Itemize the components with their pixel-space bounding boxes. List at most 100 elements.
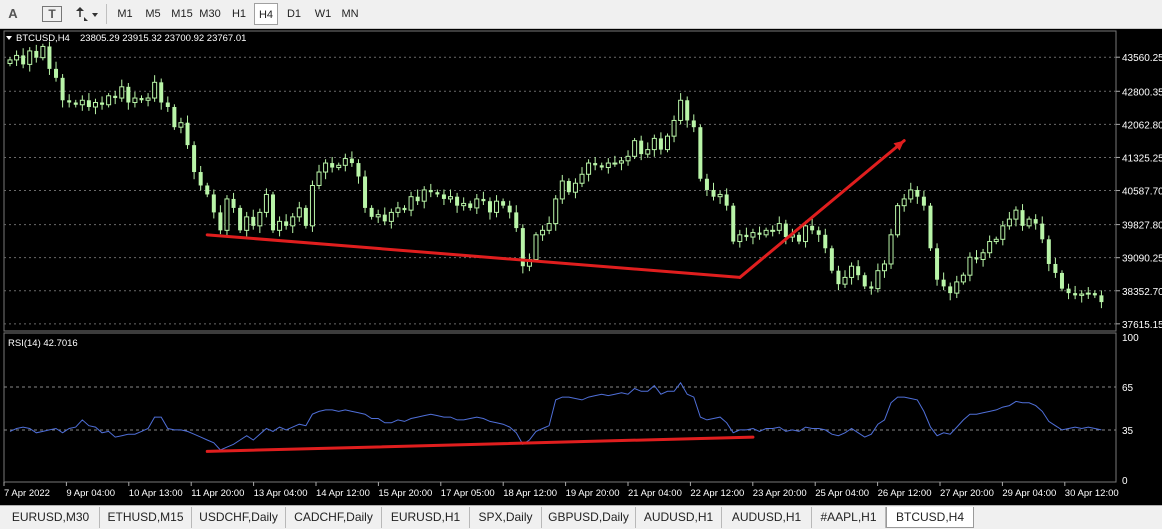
candle-bull bbox=[763, 229, 769, 236]
candle-bear bbox=[704, 178, 709, 190]
candle-bull bbox=[901, 198, 907, 207]
candle-bear bbox=[1033, 219, 1038, 224]
candle-bear bbox=[487, 201, 492, 213]
candle-bear bbox=[810, 225, 815, 231]
candle-bear bbox=[468, 203, 473, 208]
candle-bear bbox=[60, 77, 65, 101]
candle-bull bbox=[132, 97, 138, 104]
time-axis-label: 29 Apr 04:00 bbox=[1002, 488, 1056, 499]
candle-bull bbox=[461, 202, 467, 207]
timeframe-w1-button[interactable]: W1 bbox=[310, 3, 336, 25]
candle-bear bbox=[921, 196, 926, 206]
candle-bull bbox=[1085, 292, 1091, 295]
candle-bear bbox=[974, 257, 979, 260]
candle-bull bbox=[987, 241, 993, 254]
rsi-tick-label: 65 bbox=[1122, 383, 1134, 394]
candle-bear bbox=[159, 82, 164, 103]
chart-tab[interactable]: AUDUSD,H1 bbox=[636, 507, 722, 528]
candle-bull bbox=[572, 182, 578, 193]
chart-ohlc-values: 23805.29 23915.32 23700.92 23767.01 bbox=[80, 33, 246, 44]
candle-bear bbox=[73, 102, 78, 105]
timeframe-m5-button[interactable]: M5 bbox=[140, 3, 166, 25]
candle-bear bbox=[284, 221, 289, 226]
timeframe-m30-button[interactable]: M30 bbox=[196, 3, 224, 25]
chart-tab[interactable]: USDCHF,Daily bbox=[192, 507, 286, 528]
candle-bear bbox=[34, 50, 39, 58]
candle-bull bbox=[750, 232, 756, 238]
candle-bear bbox=[382, 214, 387, 222]
timeframe-h1-button[interactable]: H1 bbox=[226, 3, 252, 25]
candle-bull bbox=[881, 263, 887, 272]
candle-bear bbox=[67, 100, 72, 103]
candle-bull bbox=[954, 281, 960, 294]
chart-tab[interactable]: BTCUSD,H4 bbox=[886, 507, 974, 528]
candle-bear bbox=[816, 230, 821, 235]
candle-bear bbox=[47, 46, 52, 69]
candle-bull bbox=[842, 276, 848, 285]
chart-canvas[interactable]: 43560.25 42800.35 42062.80 41325.25 40587.70… bbox=[0, 29, 1162, 505]
candle-bear bbox=[54, 68, 59, 78]
candle-bull bbox=[152, 81, 158, 99]
candle-bull bbox=[388, 211, 394, 222]
candle-bear bbox=[21, 55, 26, 65]
candle-bear bbox=[231, 198, 236, 208]
chart-tab[interactable]: SPX,Daily bbox=[470, 507, 542, 528]
chart-tab[interactable]: EURUSD,H1 bbox=[382, 507, 470, 528]
candle-bear bbox=[356, 163, 361, 177]
candle-bear bbox=[711, 189, 716, 197]
candle-bull bbox=[408, 196, 414, 211]
time-axis-label: 21 Apr 04:00 bbox=[628, 488, 682, 499]
timeframe-d1-button[interactable]: D1 bbox=[282, 3, 306, 25]
candle-bull bbox=[27, 50, 33, 65]
candle-bull bbox=[92, 102, 98, 108]
time-axis-label: 13 Apr 04:00 bbox=[254, 488, 308, 499]
candle-bull bbox=[1000, 225, 1006, 240]
candle-bear bbox=[198, 172, 203, 186]
time-axis-label: 30 Apr 12:00 bbox=[1065, 488, 1119, 499]
candle-bear bbox=[599, 165, 604, 168]
text-label-tool-button[interactable]: T bbox=[42, 6, 62, 22]
timeframe-m1-button[interactable]: M1 bbox=[112, 3, 138, 25]
chart-window[interactable]: 43560.25 42800.35 42062.80 41325.25 40587.70… bbox=[0, 29, 1162, 505]
trendline bbox=[738, 139, 906, 279]
candle-bear bbox=[639, 140, 644, 155]
candle-bull bbox=[1006, 218, 1012, 227]
candle-bear bbox=[514, 212, 519, 229]
chart-tab[interactable]: GBPUSD,Daily bbox=[542, 507, 636, 528]
candle-bull bbox=[178, 122, 184, 128]
chart-tab[interactable]: #AAPL,H1 bbox=[812, 507, 886, 528]
candle-bull bbox=[618, 160, 624, 164]
candle-bull bbox=[540, 229, 546, 236]
rsi-indicator-label: RSI(14) 42.7016 bbox=[8, 338, 78, 349]
timeframe-h4-button[interactable]: H4 bbox=[254, 3, 278, 25]
candle-bear bbox=[823, 234, 828, 249]
timeframe-m15-button[interactable]: M15 bbox=[168, 3, 196, 25]
candle-bear bbox=[139, 98, 144, 101]
candle-bear bbox=[303, 207, 308, 226]
candle-bull bbox=[895, 205, 901, 236]
chart-tab[interactable]: EURUSD,M30 bbox=[2, 507, 100, 528]
candle-bull bbox=[1013, 209, 1019, 220]
candle-bear bbox=[566, 181, 571, 193]
candle-bull bbox=[967, 256, 973, 276]
candle-bear bbox=[1053, 263, 1058, 273]
candle-bull bbox=[106, 95, 112, 106]
arrows-tool-button[interactable] bbox=[70, 3, 102, 25]
candle-bull bbox=[559, 180, 565, 200]
price-tick-label: 42062.80 bbox=[1122, 120, 1162, 131]
candle-bull bbox=[1079, 293, 1085, 296]
chart-toolbar: A T M1 M5 M15 M30 H1 H4 D1 W1 MN bbox=[0, 0, 1162, 29]
chart-tab[interactable]: CADCHF,Daily bbox=[286, 507, 382, 528]
candle-bear bbox=[1020, 210, 1025, 226]
candle-bull bbox=[737, 234, 743, 243]
rsi-line bbox=[9, 381, 1102, 451]
chart-tab[interactable]: ETHUSD,M15 bbox=[100, 507, 192, 528]
candle-bear bbox=[211, 194, 216, 213]
candle-bear bbox=[1059, 272, 1064, 289]
candle-bear bbox=[1092, 293, 1097, 296]
candle-bull bbox=[993, 238, 999, 243]
chart-tab[interactable]: AUDUSD,H1 bbox=[722, 507, 812, 528]
text-tool-button[interactable]: A bbox=[2, 3, 24, 25]
timeframe-mn-button[interactable]: MN bbox=[338, 3, 362, 25]
candle-bull bbox=[586, 162, 592, 175]
